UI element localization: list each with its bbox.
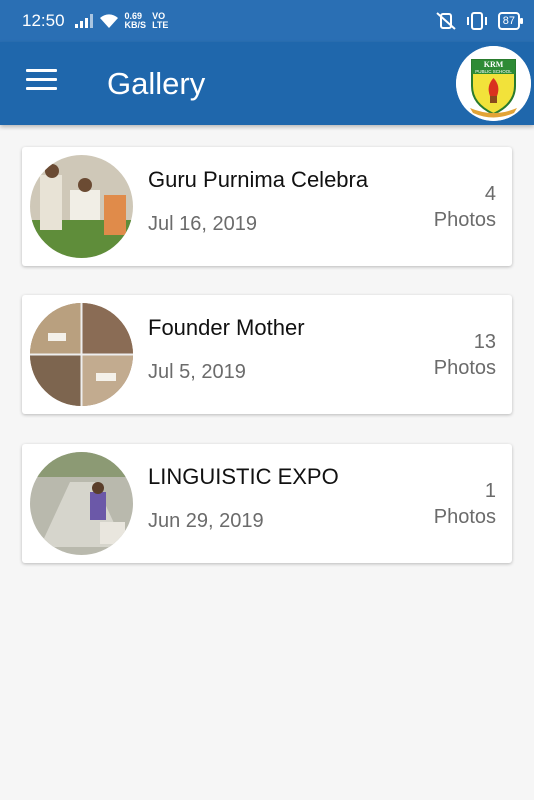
album-thumbnail — [30, 452, 133, 555]
status-bar: 12:50 0.69 KB/S VO LTE 87 — [0, 0, 534, 42]
album-card[interactable]: Founder Mother Jul 5, 2019 13 Photos — [22, 295, 512, 414]
album-card[interactable]: Guru Purnima Celebra Jul 16, 2019 4 Phot… — [22, 147, 512, 266]
album-title: LINGUISTIC EXPO — [148, 464, 339, 489]
photo-count: 4 — [484, 183, 496, 205]
album-date: Jul 5, 2019 — [148, 361, 246, 383]
status-left-icons: 0.69 KB/S VO LTE — [74, 12, 168, 30]
menu-button[interactable] — [26, 69, 57, 95]
page-title: Gallery — [107, 66, 206, 101]
photo-count-label: Photos — [433, 506, 496, 528]
volte-bottom: LTE — [152, 20, 169, 30]
menu-icon — [26, 69, 57, 90]
logo-text-sub: PUBLIC SCHOOL — [475, 69, 512, 74]
volte-indicator: VO LTE — [152, 12, 168, 30]
status-right-icons: 87 — [436, 12, 524, 30]
photo-count: 1 — [484, 480, 496, 502]
album-thumbnail — [30, 303, 133, 406]
logo-text-top: KRM — [484, 60, 504, 69]
album-title: Founder Mother — [148, 315, 305, 340]
photo-count-label: Photos — [433, 209, 496, 231]
signal-icon — [74, 14, 93, 28]
album-date: Jul 16, 2019 — [148, 213, 257, 235]
photo-count-label: Photos — [433, 357, 496, 379]
net-speed-unit: KB/S — [124, 20, 147, 30]
school-logo-image: KRM PUBLIC SCHOOL — [456, 46, 531, 121]
status-time: 12:50 — [22, 11, 65, 30]
album-thumbnail — [30, 155, 133, 258]
album-card[interactable]: LINGUISTIC EXPO Jun 29, 2019 1 Photos — [22, 444, 512, 563]
wifi-icon — [99, 13, 118, 28]
album-date: Jun 29, 2019 — [148, 510, 264, 532]
net-speed: 0.69 KB/S — [125, 12, 147, 30]
photo-count: 13 — [473, 331, 496, 353]
battery-icon: 87 — [497, 12, 524, 30]
vibrate-off-icon — [436, 12, 456, 30]
app-bar: Gallery KRM PUBLIC SCHOOL — [0, 42, 534, 125]
school-logo: KRM PUBLIC SCHOOL — [456, 46, 531, 121]
album-title: Guru Purnima Celebra — [148, 167, 369, 192]
vibrate-icon — [466, 12, 487, 30]
